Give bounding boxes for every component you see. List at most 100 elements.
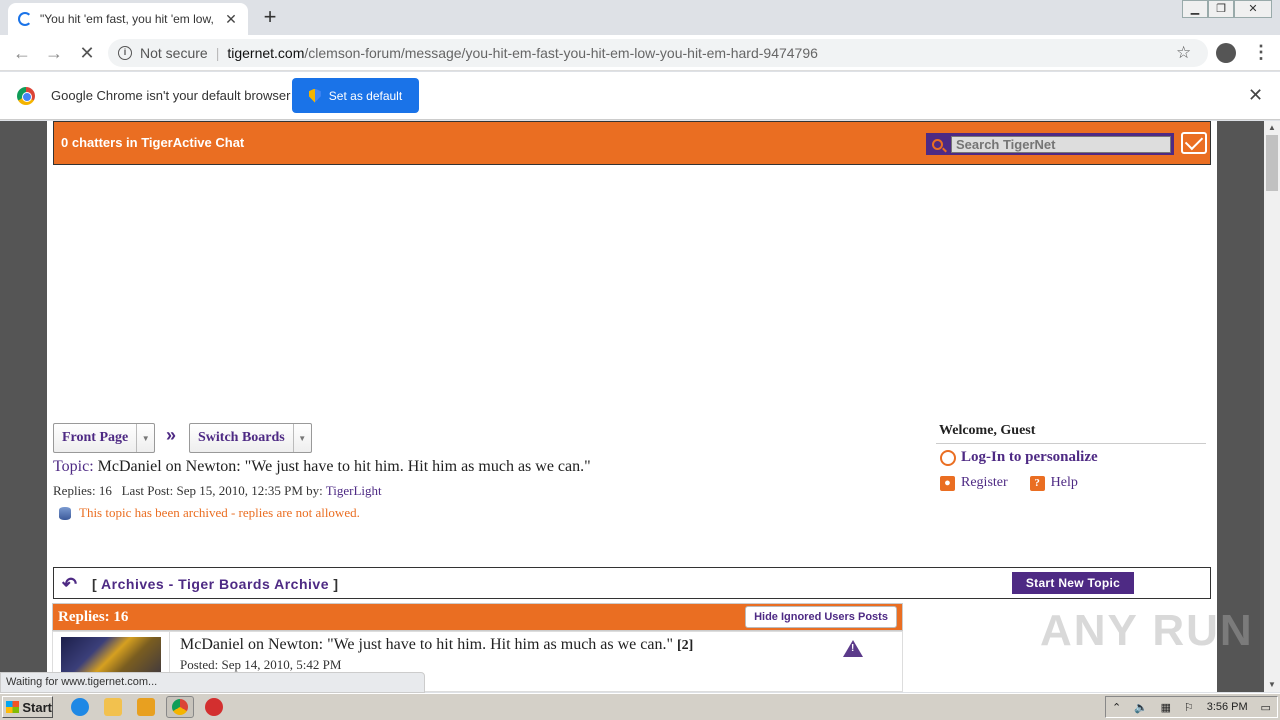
archived-text: This topic has been archived - replies a… — [79, 505, 360, 520]
front-page-label: Front Page — [62, 430, 129, 445]
open-bracket: [ — [92, 576, 98, 592]
board-breadcrumb: [ Archives - Tiger Boards Archive ] — [92, 576, 339, 592]
minimize-button[interactable]: ▁ — [1182, 0, 1208, 18]
shield-icon — [308, 88, 321, 103]
address-bar[interactable]: i Not secure | tigernet.com/clemson-foru… — [108, 39, 1208, 67]
replies-count: Replies: 16 — [58, 609, 129, 625]
network-icon[interactable]: ▦ — [1161, 701, 1171, 714]
breadcrumb-separator: » — [166, 425, 177, 445]
board-link[interactable]: Tiger Boards Archive — [178, 576, 329, 592]
url-path: /clemson-forum/message/you-hit-em-fast-y… — [304, 45, 818, 61]
post-title: McDaniel on Newton: "We just have to hit… — [180, 636, 693, 654]
forward-arrow-icon[interactable]: → — [42, 41, 66, 65]
vertical-scrollbar[interactable]: ▲ ▼ — [1264, 121, 1280, 692]
stop-loading-icon[interactable]: ✕ — [75, 41, 99, 65]
board-nav-bar: ↶ [ Archives - Tiger Boards Archive ] St… — [53, 567, 1211, 599]
mail-icon[interactable] — [1181, 132, 1207, 154]
chrome-logo-icon — [17, 87, 35, 105]
help-icon: ? — [1029, 475, 1045, 491]
url-host: tigernet.com — [227, 45, 305, 61]
chevron-down-icon: ▼ — [136, 424, 154, 452]
status-bubble: Waiting for www.tigernet.com... — [0, 672, 425, 693]
tab-close-icon[interactable]: ✕ — [224, 11, 238, 28]
last-poster-link[interactable]: TigerLight — [326, 483, 382, 498]
start-button[interactable]: Start — [2, 696, 53, 718]
user-face-icon — [940, 449, 956, 466]
infobar-message: Google Chrome isn't your default browser — [51, 88, 291, 103]
windows-logo-icon — [6, 701, 20, 713]
board-dash: - — [168, 576, 174, 592]
scroll-down-icon[interactable]: ▼ — [1264, 678, 1280, 692]
set-default-button[interactable]: Set as default — [292, 78, 419, 113]
internet-explorer-icon[interactable] — [71, 698, 89, 716]
page-title: Topic: McDaniel on Newton: "We just have… — [53, 458, 591, 476]
topic-title: McDaniel on Newton: "We just have to hit… — [97, 458, 591, 475]
new-tab-button[interactable]: + — [258, 6, 282, 30]
hide-ignored-button[interactable]: Hide Ignored Users Posts — [745, 606, 897, 628]
chatters-link[interactable]: 0 chatters in TigerActive Chat — [61, 135, 244, 150]
switch-boards-dropdown[interactable]: Switch Boards ▼ — [189, 423, 312, 453]
file-explorer-icon[interactable] — [104, 698, 122, 716]
user-icon: ● — [940, 475, 955, 491]
topic-meta: Replies: 16 Last Post: Sep 15, 2010, 12:… — [53, 483, 382, 499]
bookmark-star-icon[interactable]: ☆ — [1176, 43, 1191, 63]
replies-header: Replies: 16 Hide Ignored Users Posts — [52, 603, 903, 631]
back-reply-icon[interactable]: ↶ — [62, 574, 77, 595]
start-new-topic-button[interactable]: Start New Topic — [1012, 572, 1134, 594]
back-arrow-icon[interactable]: ← — [10, 41, 34, 65]
tray-expand-icon[interactable]: ⌃ — [1112, 701, 1121, 714]
browser-tab[interactable]: "You hit 'em fast, you hit 'em low, yo ✕ — [8, 3, 248, 35]
chrome-icon — [172, 699, 188, 715]
anyrun-watermark: ANY RUN — [1040, 606, 1254, 655]
database-icon — [59, 506, 71, 520]
help-link[interactable]: Help — [1051, 475, 1078, 491]
system-tray: ⌃ 🔈 ▦ ⚐ 3:56 PM ▭ — [1105, 696, 1278, 718]
security-label: Not secure — [140, 45, 208, 61]
clock[interactable]: 3:56 PM — [1207, 701, 1248, 713]
volume-icon[interactable]: 🔈 — [1134, 701, 1148, 714]
close-bracket: ] — [333, 576, 339, 592]
post-title-text[interactable]: McDaniel on Newton: "We just have to hit… — [180, 636, 673, 653]
post-reply-count: [2] — [677, 638, 694, 653]
site-header: 0 chatters in TigerActive Chat — [53, 121, 1211, 165]
set-default-label: Set as default — [328, 88, 403, 103]
show-desktop-icon[interactable]: ▭ — [1261, 701, 1271, 714]
post-date: Posted: Sep 14, 2010, 5:42 PM — [180, 657, 342, 672]
start-label: Start — [22, 699, 52, 715]
infobar-close-icon[interactable]: ✕ — [1248, 85, 1263, 106]
tab-strip: "You hit 'em fast, you hit 'em low, yo ✕… — [0, 0, 1280, 35]
site-search — [926, 133, 1174, 155]
media-player-icon[interactable] — [137, 698, 155, 716]
flag-icon[interactable]: ⚐ — [1184, 701, 1194, 714]
window-close-button[interactable]: ✕ — [1234, 0, 1272, 18]
register-link[interactable]: Register — [961, 475, 1008, 491]
replies-text: Replies: 16 Last Post: Sep 15, 2010, 12:… — [53, 483, 323, 498]
loading-spinner-icon — [18, 12, 32, 26]
archived-notice: This topic has been archived - replies a… — [53, 505, 360, 521]
chrome-menu-icon[interactable]: ⋮ — [1252, 42, 1270, 62]
front-page-dropdown[interactable]: Front Page ▼ — [53, 423, 156, 453]
profile-avatar-icon[interactable] — [1216, 43, 1236, 63]
url-separator: | — [215, 45, 220, 61]
login-link[interactable]: Log-In to personalize — [940, 449, 1098, 466]
login-label: Log-In to personalize — [961, 449, 1098, 465]
report-warning-icon[interactable] — [843, 640, 863, 657]
archives-link[interactable]: Archives — [101, 576, 164, 592]
search-icon[interactable] — [932, 138, 943, 150]
page-viewport: 0 chatters in TigerActive Chat Front Pag… — [0, 121, 1280, 692]
welcome-heading: Welcome, Guest — [936, 423, 1206, 444]
scroll-thumb[interactable] — [1266, 135, 1278, 191]
scroll-up-icon[interactable]: ▲ — [1264, 121, 1280, 135]
default-browser-infobar: Google Chrome isn't your default browser… — [0, 72, 1280, 120]
chevron-down-icon: ▼ — [292, 424, 311, 452]
chrome-taskbar-button[interactable] — [166, 696, 194, 718]
account-links: ● Register ? Help — [940, 475, 1078, 491]
stop-icon[interactable] — [205, 698, 223, 716]
switch-boards-label: Switch Boards — [198, 430, 285, 445]
browser-toolbar: ← → ✕ i Not secure | tigernet.com/clemso… — [0, 35, 1280, 71]
topic-label: Topic: — [53, 458, 94, 475]
search-input[interactable] — [951, 135, 1171, 153]
info-icon[interactable]: i — [118, 46, 132, 60]
windows-taskbar: Start ⌃ 🔈 ▦ ⚐ 3:56 PM ▭ — [0, 693, 1280, 720]
restore-button[interactable]: ❐ — [1208, 0, 1234, 18]
